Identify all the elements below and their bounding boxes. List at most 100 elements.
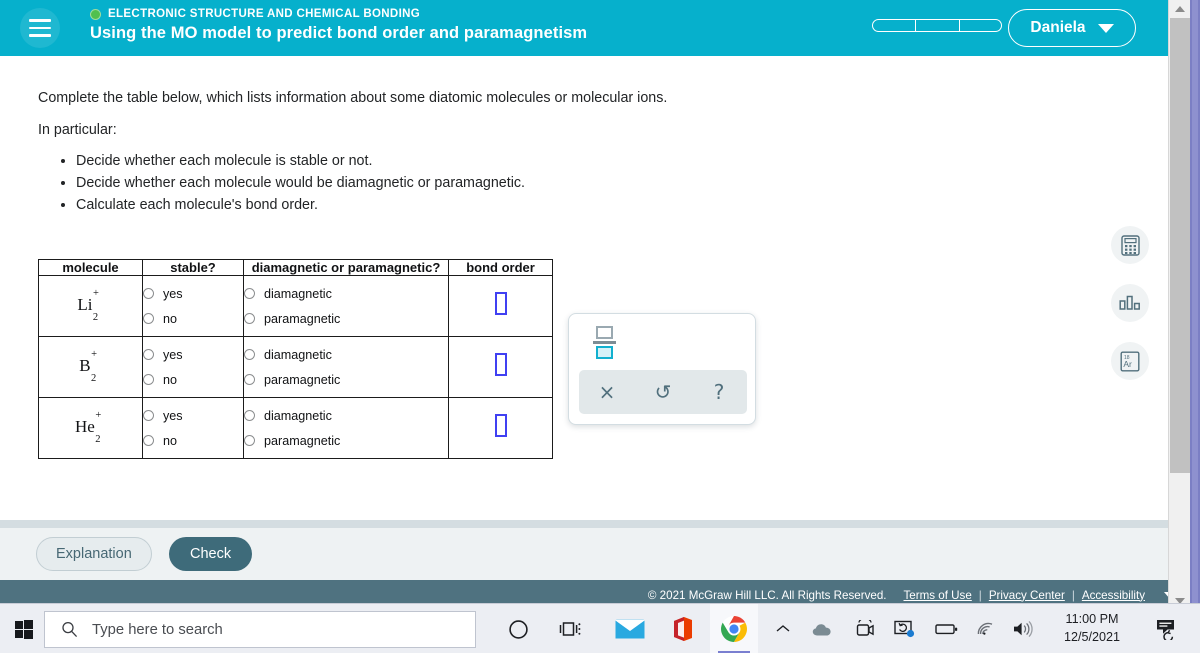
option-label: yes: [163, 347, 183, 362]
bond-order-cell: [448, 397, 553, 460]
sync-icon: [894, 620, 915, 638]
atom-count-subscript: 2: [92, 311, 99, 323]
radio-button-icon[interactable]: [244, 374, 255, 386]
column-header-bond-order: bond order: [448, 258, 553, 277]
radio-option-diamagnetic[interactable]: diamagnetic: [244, 281, 448, 306]
taskbar-chrome-app[interactable]: [710, 604, 758, 653]
radio-button-icon[interactable]: [143, 435, 154, 447]
tool-rail: 18 Ar: [1111, 226, 1149, 400]
taskbar-office-app[interactable]: [658, 604, 706, 653]
notifications-button[interactable]: [1150, 604, 1184, 653]
radio-button-icon[interactable]: [244, 288, 255, 300]
clear-button[interactable]: ×: [590, 382, 624, 402]
radio-button-icon[interactable]: [244, 435, 255, 447]
stable-options-cell: yes no: [142, 275, 244, 338]
help-button[interactable]: ?: [702, 382, 736, 402]
instruction-list: Decide whether each molecule is stable o…: [58, 151, 525, 217]
radio-option-stable-yes[interactable]: yes: [143, 403, 243, 428]
molecule-formula: Li+2: [77, 288, 103, 322]
radio-option-stable-no[interactable]: no: [143, 367, 243, 392]
radio-option-paramagnetic[interactable]: paramagnetic: [244, 367, 448, 392]
privacy-center-link[interactable]: Privacy Center: [982, 589, 1072, 602]
table-header-row: molecule stable? diamagnetic or paramagn…: [38, 258, 553, 277]
option-label: yes: [163, 408, 183, 423]
horizontal-scrollbar[interactable]: [0, 520, 1168, 528]
user-menu-button[interactable]: Daniela: [1008, 9, 1136, 47]
charge-superscript: +: [92, 288, 99, 300]
progress-segment: [960, 19, 1002, 32]
radio-button-icon[interactable]: [143, 410, 154, 422]
radio-button-icon[interactable]: [143, 374, 154, 386]
sync-tray-icon-button[interactable]: [888, 604, 922, 653]
chart-tool-button[interactable]: [1111, 284, 1149, 322]
radio-button-icon[interactable]: [143, 313, 154, 325]
start-button[interactable]: [0, 604, 48, 653]
radio-option-stable-no[interactable]: no: [143, 306, 243, 331]
tray-expand-button[interactable]: [766, 604, 800, 653]
windows-logo-icon: [14, 619, 34, 639]
chevron-down-icon: [1097, 23, 1114, 33]
bond-order-cell: [448, 336, 553, 399]
table-row: Li+2 yes no diamagnetic paramagnetic: [38, 275, 553, 338]
radio-button-icon[interactable]: [244, 410, 255, 422]
calculator-icon: [1120, 234, 1140, 256]
fraction-template-icon[interactable]: [593, 326, 617, 360]
task-view-button[interactable]: [546, 604, 594, 653]
table-body: Li+2 yes no diamagnetic paramagnetic B+2…: [38, 275, 553, 460]
cloud-icon: [812, 623, 831, 635]
progress-indicator[interactable]: [872, 19, 1002, 32]
radio-option-stable-yes[interactable]: yes: [143, 342, 243, 367]
radio-option-diamagnetic[interactable]: diamagnetic: [244, 403, 448, 428]
volume-tray-icon-button[interactable]: [1006, 604, 1040, 653]
radio-button-icon[interactable]: [244, 313, 255, 325]
intro-text-line-2: In particular:: [38, 122, 117, 138]
radio-button-icon[interactable]: [244, 349, 255, 361]
math-keypad-panel: × ↺ ?: [568, 313, 756, 425]
chapter-label: ELECTRONIC STRUCTURE AND CHEMICAL BONDIN…: [108, 8, 421, 20]
vertical-scrollbar[interactable]: [1168, 0, 1190, 610]
undo-button[interactable]: ↺: [646, 382, 680, 402]
list-item: Calculate each molecule's bond order.: [76, 195, 525, 217]
column-header-magnetic: diamagnetic or paramagnetic?: [243, 258, 449, 277]
screen: ELECTRONIC STRUCTURE AND CHEMICAL BONDIN…: [0, 0, 1200, 653]
radio-button-icon[interactable]: [143, 288, 154, 300]
camera-tray-icon-button[interactable]: [848, 604, 882, 653]
element-symbol: B: [79, 356, 91, 376]
element-symbol: Li: [77, 295, 93, 315]
terms-of-use-link[interactable]: Terms of Use: [897, 589, 979, 602]
taskbar-search-input[interactable]: Type here to search: [44, 611, 476, 648]
check-button[interactable]: Check: [169, 537, 253, 571]
onedrive-tray-icon-button[interactable]: [806, 604, 840, 653]
calculator-tool-button[interactable]: [1111, 226, 1149, 264]
battery-tray-icon-button[interactable]: [930, 604, 964, 653]
radio-option-stable-no[interactable]: no: [143, 428, 243, 453]
option-label: no: [163, 372, 178, 387]
hamburger-bar: [29, 26, 51, 30]
bond-order-cell: [448, 275, 553, 338]
hamburger-menu-icon[interactable]: [20, 8, 60, 48]
scrollbar-thumb[interactable]: [1170, 18, 1190, 473]
clock-area[interactable]: 11:00 PM 12/5/2021: [1046, 610, 1138, 647]
radio-option-diamagnetic[interactable]: diamagnetic: [244, 342, 448, 367]
bond-order-input[interactable]: [494, 414, 507, 438]
triangle-up-icon: [1175, 6, 1185, 12]
taskbar-mail-app[interactable]: [606, 604, 654, 653]
radio-option-stable-yes[interactable]: yes: [143, 281, 243, 306]
radio-option-paramagnetic[interactable]: paramagnetic: [244, 428, 448, 453]
radio-option-paramagnetic[interactable]: paramagnetic: [244, 306, 448, 331]
bond-order-input[interactable]: [494, 292, 507, 316]
fraction-numerator-box: [596, 326, 613, 339]
bond-order-input[interactable]: [494, 353, 507, 377]
taskbar-chrome-icon: [721, 616, 747, 642]
periodic-table-tool-button[interactable]: 18 Ar: [1111, 342, 1149, 380]
option-label: diamagnetic: [264, 286, 332, 301]
hamburger-bar: [29, 19, 51, 22]
cortana-button[interactable]: [494, 604, 542, 653]
accessibility-link[interactable]: Accessibility: [1075, 589, 1152, 602]
charge-superscript: +: [91, 349, 97, 361]
wifi-tray-icon-button[interactable]: [968, 604, 1002, 653]
radio-button-icon[interactable]: [143, 349, 154, 361]
scroll-up-button[interactable]: [1169, 0, 1191, 18]
option-label: yes: [163, 286, 183, 301]
explanation-button[interactable]: Explanation: [36, 537, 152, 571]
